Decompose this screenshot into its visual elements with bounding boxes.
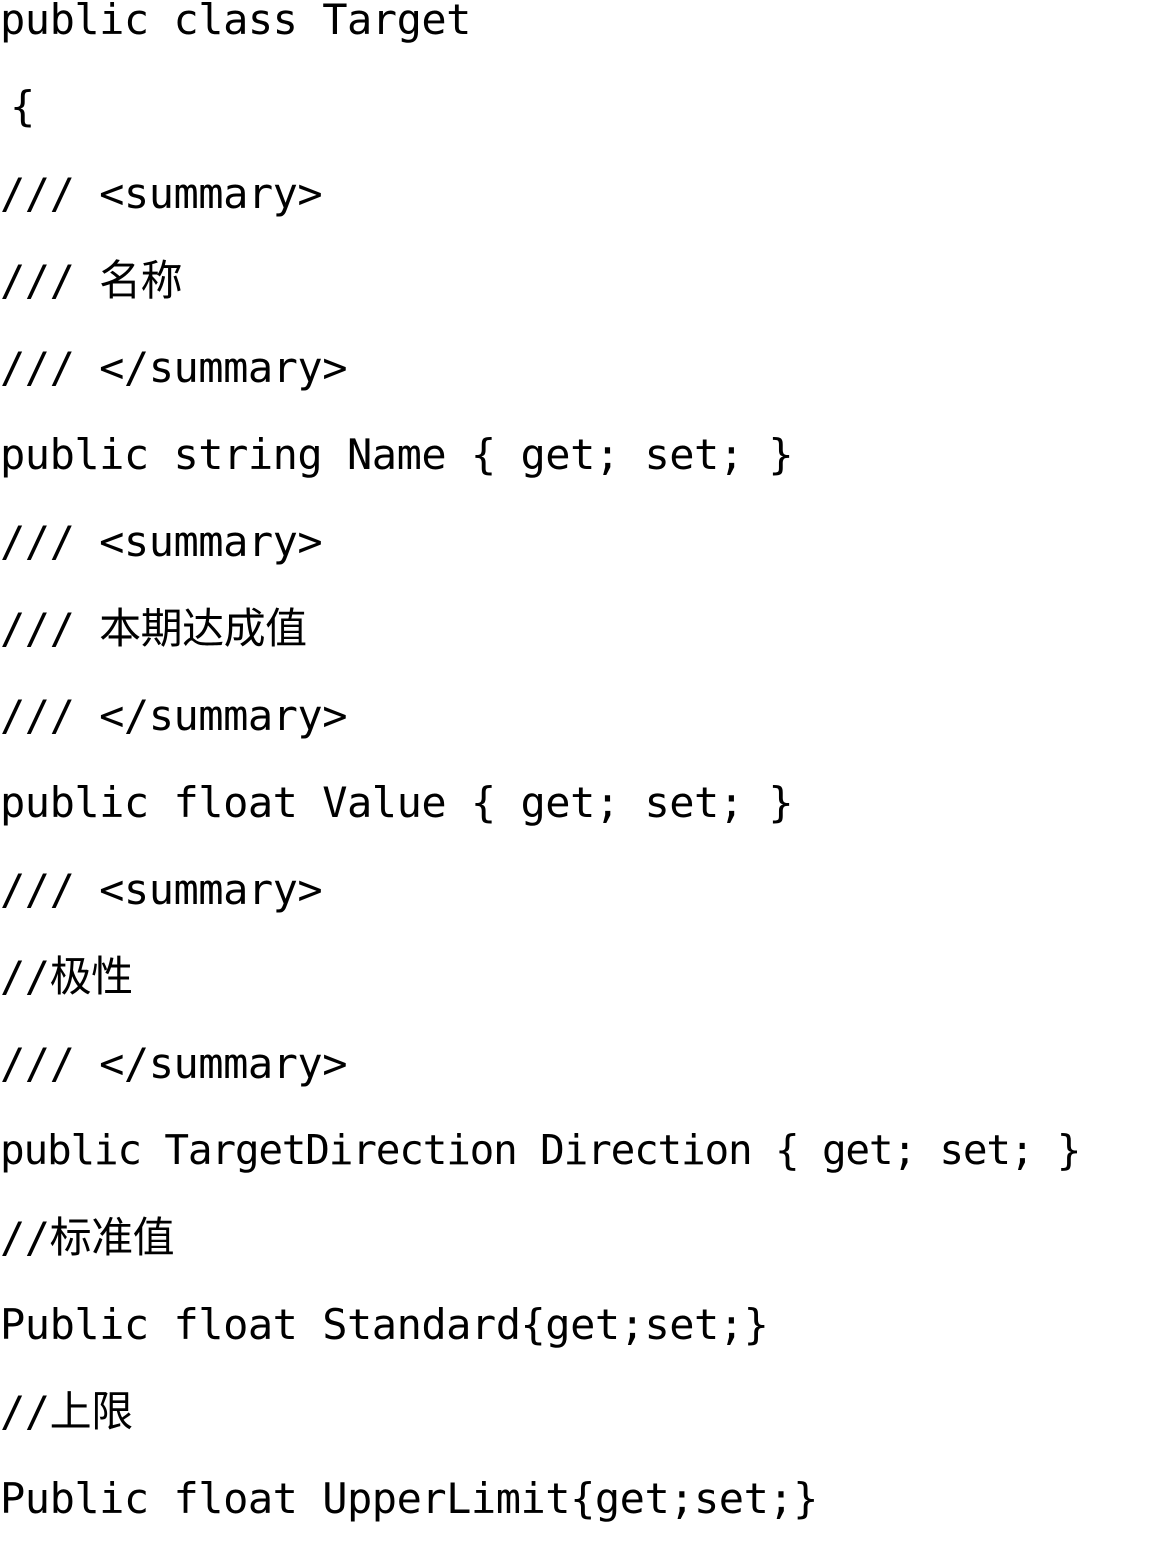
code-line-summary-close-direction: /// </summary> [0, 1039, 348, 1088]
code-line-property-direction: public TargetDirection Direction { get; … [0, 1126, 1081, 1174]
code-line-comment-standard: //标准值 [0, 1213, 175, 1262]
code-line-comment-direction: //极性 [0, 952, 133, 1001]
code-line-property-value: public float Value { get; set; } [0, 778, 794, 827]
code-line-comment-name: /// 名称 [0, 256, 183, 305]
code-line-class-declaration: public class Target [0, 0, 471, 44]
code-line-comment-value: /// 本期达成值 [0, 604, 307, 653]
code-line-summary-open-name: /// <summary> [0, 169, 323, 218]
code-line-open-brace: { [10, 82, 35, 131]
code-line-summary-close-value: /// </summary> [0, 691, 348, 740]
code-line-comment-upperlimit: //上限 [0, 1387, 133, 1436]
code-line-summary-close-name: /// </summary> [0, 343, 348, 392]
code-line-property-name: public string Name { get; set; } [0, 430, 794, 479]
code-line-property-upperlimit: Public float UpperLimit{get;set;} [0, 1474, 818, 1523]
code-line-summary-open-direction: /// <summary> [0, 865, 323, 914]
code-line-property-standard: Public float Standard{get;set;} [0, 1300, 769, 1349]
code-listing: public class Target { /// <summary> /// … [0, 0, 1163, 1533]
code-line-summary-open-value: /// <summary> [0, 517, 323, 566]
